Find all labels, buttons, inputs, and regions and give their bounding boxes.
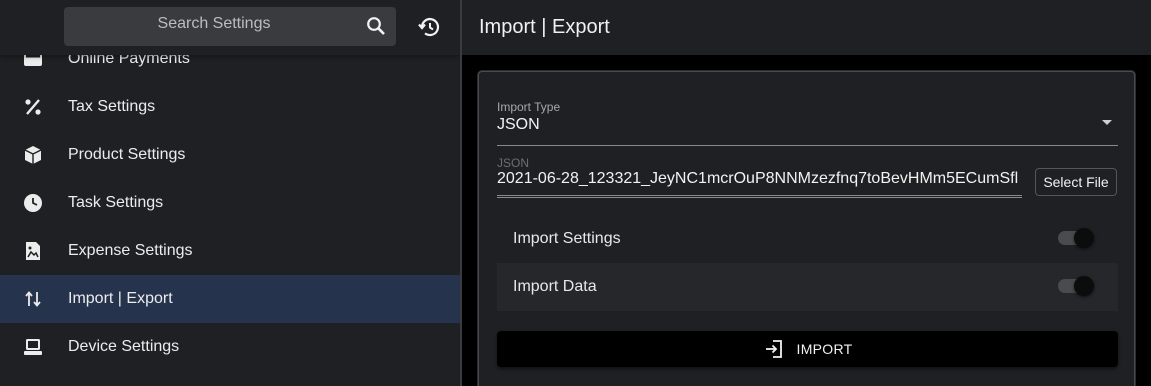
- page-title: Import | Export: [479, 16, 610, 38]
- import-type-label: Import Type: [497, 100, 561, 114]
- import-button[interactable]: IMPORT: [497, 331, 1118, 367]
- sidebar-item-label: Device Settings: [68, 338, 180, 355]
- history-icon[interactable]: [417, 15, 441, 39]
- import-export-card: Import Type JSON JSON 2021-06-28_123321_…: [478, 71, 1135, 386]
- import-type-value: JSON: [497, 116, 540, 133]
- login-icon: [763, 338, 785, 360]
- sidebar-search-bar: Search Settings: [0, 0, 460, 55]
- import-type-select[interactable]: Import Type JSON: [497, 100, 1118, 146]
- sidebar: Online Payments Tax Settings Product Set…: [0, 0, 460, 386]
- sidebar-item-import-export[interactable]: Import | Export: [0, 275, 460, 323]
- sidebar-item-task-settings[interactable]: Task Settings: [0, 179, 460, 227]
- import-settings-row: Import Settings: [497, 215, 1118, 263]
- sidebar-item-device-settings[interactable]: Device Settings: [0, 323, 460, 371]
- sidebar-item-label: Tax Settings: [68, 98, 156, 115]
- percent-icon: [23, 97, 43, 117]
- cube-icon: [23, 145, 43, 165]
- toggle-knob: [1074, 276, 1094, 296]
- json-file-field[interactable]: JSON 2021-06-28_123321_JeyNC1mcrOuP8NNMz…: [497, 156, 1022, 198]
- import-settings-toggle[interactable]: [1058, 228, 1094, 248]
- sidebar-item-label: Expense Settings: [68, 242, 193, 259]
- sidebar-nav: Online Payments Tax Settings Product Set…: [0, 35, 460, 371]
- sidebar-item-tax-settings[interactable]: Tax Settings: [0, 83, 460, 131]
- search-icon[interactable]: [366, 16, 386, 36]
- import-data-toggle[interactable]: [1058, 276, 1094, 296]
- sidebar-item-label: Import | Export: [68, 290, 173, 307]
- search-placeholder: Search Settings: [157, 15, 271, 32]
- swap-vertical-icon: [23, 289, 43, 309]
- import-settings-label: Import Settings: [513, 230, 621, 247]
- sidebar-item-label: Task Settings: [68, 194, 164, 211]
- toggle-knob: [1074, 228, 1094, 248]
- import-data-label: Import Data: [513, 278, 597, 295]
- panel-divider: [460, 0, 462, 386]
- sidebar-item-product-settings[interactable]: Product Settings: [0, 131, 460, 179]
- receipt-image-icon: [23, 241, 43, 261]
- select-file-button[interactable]: Select File: [1035, 168, 1117, 196]
- json-field-label: JSON: [497, 156, 530, 170]
- clock-icon: [23, 193, 43, 213]
- import-data-row: Import Data: [497, 263, 1118, 311]
- page-header: Import | Export: [462, 0, 1151, 55]
- sidebar-item-expense-settings[interactable]: Expense Settings: [0, 227, 460, 275]
- sidebar-item-label: Product Settings: [68, 146, 186, 163]
- json-file-name: 2021-06-28_123321_JeyNC1mcrOuP8NNMzezfnq…: [497, 170, 1019, 187]
- chevron-down-icon[interactable]: [1102, 120, 1112, 125]
- import-button-label: IMPORT: [796, 341, 853, 357]
- search-input[interactable]: Search Settings: [64, 7, 396, 46]
- device-icon: [23, 337, 43, 357]
